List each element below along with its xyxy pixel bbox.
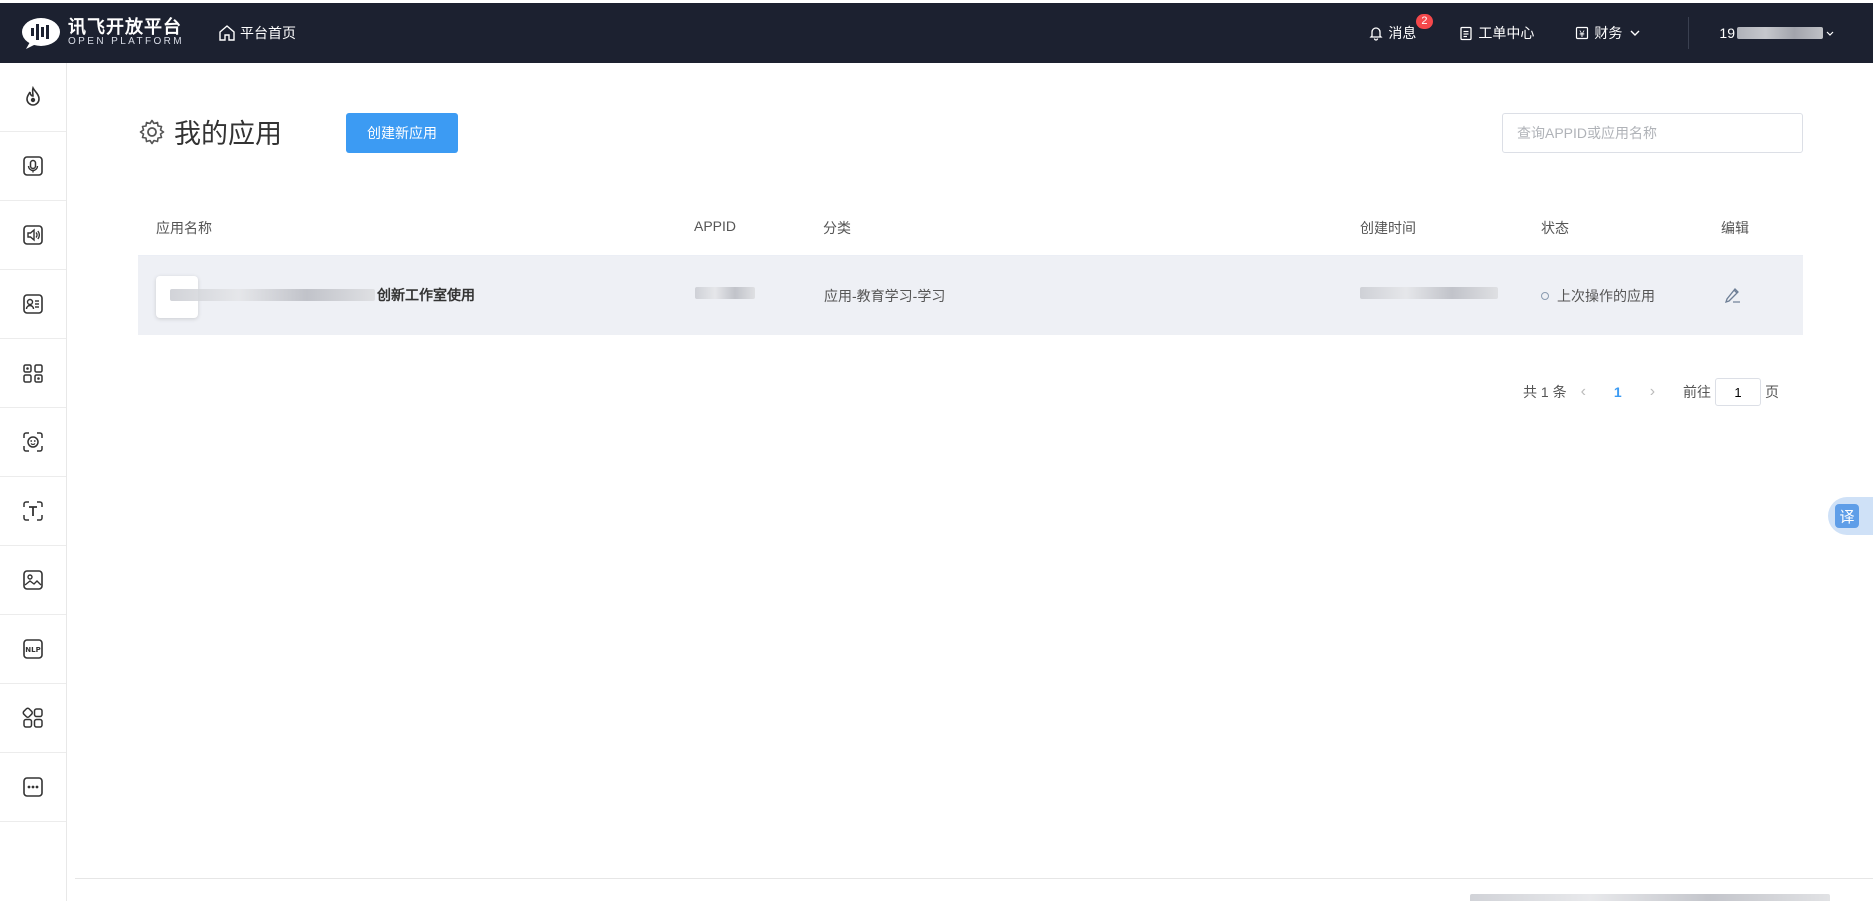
microphone-icon <box>23 156 43 176</box>
sidebar-item-speech-synthesis[interactable] <box>0 201 66 270</box>
messages-badge: 2 <box>1416 14 1433 29</box>
yuan-icon: ¥ <box>1576 26 1589 40</box>
category-cell: 应用-教育学习-学习 <box>824 288 946 304</box>
chevron-left-icon[interactable]: ‹ <box>1581 383 1586 401</box>
svg-text:¥: ¥ <box>1580 30 1586 40</box>
edit-button[interactable] <box>1722 284 1742 307</box>
user-name-redacted <box>1737 27 1823 39</box>
finance-dropdown[interactable]: ¥ 财务 <box>1574 23 1646 43</box>
sidebar-item-ocr[interactable] <box>0 477 66 546</box>
goto-page-input[interactable] <box>1715 378 1762 406</box>
finance-label: 财务 <box>1594 25 1623 41</box>
created-time-cell <box>1360 286 1498 302</box>
voice-document-icon <box>23 294 43 314</box>
translate-icon: 译 <box>1835 504 1859 528</box>
pagination-total: 共 1 条 <box>1523 384 1567 400</box>
goto-suffix: 页 <box>1765 384 1780 400</box>
translate-floating-button[interactable]: 译 <box>1828 497 1873 535</box>
chevron-down-icon <box>1630 30 1640 36</box>
image-icon <box>23 570 43 590</box>
column-header-name: 应用名称 <box>156 220 212 236</box>
create-app-button[interactable]: 创建新应用 <box>346 113 458 153</box>
logo[interactable]: 讯飞开放平台 OPEN PLATFORM <box>18 16 184 50</box>
table-row[interactable]: 创新工作室使用 应用-教育学习-学习 上次操作的应用 <box>138 256 1803 335</box>
sidebar-item-nlp[interactable]: NLP <box>0 615 66 684</box>
column-header-created: 创建时间 <box>1360 220 1416 236</box>
top-navigation-bar: 讯飞开放平台 OPEN PLATFORM 平台首页 消息 2 工单中心 ¥ 财务… <box>0 3 1873 63</box>
search-input[interactable] <box>1502 113 1803 153</box>
pencil-icon <box>1724 288 1740 304</box>
sidebar-item-image[interactable] <box>0 546 66 615</box>
appid-redacted <box>695 287 755 299</box>
user-name: 19 <box>1719 25 1735 41</box>
logo-cloud-icon <box>18 16 64 50</box>
workorder-button[interactable]: 工单中心 <box>1458 23 1534 43</box>
apps-table: 应用名称 APPID 分类 创建时间 状态 编辑 创新工作室使用 应用-教育学习… <box>138 200 1803 335</box>
appid-cell <box>695 286 755 302</box>
svg-text:NLP: NLP <box>25 646 40 654</box>
gear-icon <box>139 119 165 144</box>
bell-icon <box>1369 27 1383 41</box>
top-right-menu: 消息 2 工单中心 ¥ 财务 19 <box>1368 3 1873 63</box>
sidebar-item-more[interactable] <box>0 753 66 822</box>
sidebar-item-speech-recognition[interactable] <box>0 132 66 201</box>
table-header: 应用名称 APPID 分类 创建时间 状态 编辑 <box>138 200 1803 256</box>
footer-cut-text <box>1470 894 1830 901</box>
more-icon <box>23 777 43 797</box>
apps-grid-icon <box>22 707 43 728</box>
column-header-edit: 编辑 <box>1721 220 1749 236</box>
goto-label: 前往 <box>1683 384 1712 400</box>
flame-icon <box>26 85 40 106</box>
sidebar-item-translation[interactable] <box>0 339 66 408</box>
status-cell: 上次操作的应用 <box>1541 286 1655 306</box>
topbar-divider <box>1688 17 1690 49</box>
home-icon <box>219 25 235 41</box>
pagination: 共 1 条 ‹ 1 › 前往 页 <box>1523 378 1779 406</box>
home-link[interactable]: 平台首页 <box>218 23 296 43</box>
column-header-category: 分类 <box>823 220 851 236</box>
workorder-label: 工单中心 <box>1478 25 1535 41</box>
messages-label: 消息 <box>1388 25 1417 41</box>
sidebar-item-apps[interactable] <box>0 684 66 753</box>
speaker-icon <box>23 225 43 245</box>
sidebar-item-voice-transcribe[interactable] <box>0 270 66 339</box>
face-scan-icon <box>23 432 43 452</box>
user-menu[interactable]: 19 <box>1719 25 1835 41</box>
clipboard-icon <box>1460 26 1473 41</box>
footer <box>1470 892 1830 901</box>
logo-subtitle: OPEN PLATFORM <box>68 36 185 48</box>
status-text: 上次操作的应用 <box>1557 288 1655 304</box>
chevron-down-icon <box>1826 31 1834 36</box>
sidebar-item-hot[interactable] <box>0 63 66 132</box>
pagination-goto: 前往 页 <box>1683 378 1779 406</box>
logo-title: 讯飞开放平台 <box>68 17 182 38</box>
page-header: 我的应用 <box>138 112 282 151</box>
translate-compare-icon <box>23 364 43 383</box>
app-name-redacted <box>170 289 375 301</box>
sidebar-item-face[interactable] <box>0 408 66 477</box>
column-header-appid: APPID <box>694 218 737 234</box>
nlp-icon: NLP <box>23 639 43 659</box>
app-name-visible: 创新工作室使用 <box>377 287 475 303</box>
sidebar: NLP <box>0 63 67 901</box>
page-title: 我的应用 <box>174 119 282 149</box>
messages-button[interactable]: 消息 2 <box>1368 14 1433 43</box>
status-dot-icon <box>1541 292 1549 300</box>
footer-divider <box>75 878 1873 879</box>
home-link-label: 平台首页 <box>240 25 297 41</box>
app-name[interactable]: 创新工作室使用 <box>170 285 475 305</box>
pagination-page-1[interactable]: 1 <box>1614 384 1622 400</box>
text-scan-icon <box>23 501 43 521</box>
created-time-redacted <box>1360 287 1498 299</box>
chevron-right-icon[interactable]: › <box>1650 383 1655 401</box>
column-header-status: 状态 <box>1541 220 1569 236</box>
